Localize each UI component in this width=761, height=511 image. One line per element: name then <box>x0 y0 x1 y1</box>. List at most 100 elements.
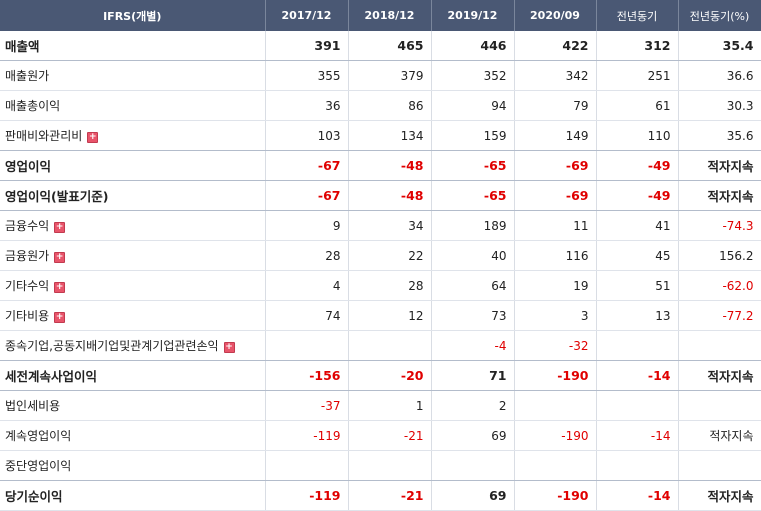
table-row: 영업이익 -67 -48 -65 -69 -49 적자지속 <box>0 150 761 181</box>
value-cell: 391 <box>265 31 349 61</box>
value-cell: 110 <box>596 120 679 151</box>
value-cell: 69 <box>431 420 515 451</box>
table-body: 매출액 391 465 446 422 312 35.4 매출원가 355 379 352 342 25… <box>0 31 761 511</box>
table-row: 당기순이익 -119 -21 69 -190 -14 적자지속 <box>0 480 761 511</box>
value-cell: -190 <box>514 420 597 451</box>
row-label-cell: 매출총이익 <box>0 90 266 121</box>
header-col-prev-period-pct: 전년동기(%) <box>678 0 761 31</box>
value-cell: -65 <box>431 150 515 181</box>
row-label-cell: 매출액 <box>0 31 266 61</box>
value-cell: 9 <box>265 210 349 241</box>
row-label: 매출원가 <box>5 69 50 83</box>
value-cell: 34 <box>348 210 432 241</box>
expand-plus-icon[interactable]: + <box>54 312 66 323</box>
value-cell: 79 <box>514 90 597 121</box>
value-cell: -14 <box>596 420 679 451</box>
table-row: 기타수익 +4 28 64 19 51 -62.0 <box>0 270 761 301</box>
value-cell: -49 <box>596 150 679 181</box>
header-col-2019-12: 2019/12 <box>431 0 515 31</box>
value-cell: -119 <box>265 420 349 451</box>
table-row: 계속영업이익 -119 -21 69 -190 -14 적자지속 <box>0 420 761 451</box>
table-row: 세전계속사업이익 -156 -20 71 -190 -14 적자지속 <box>0 360 761 391</box>
expand-plus-icon[interactable]: + <box>223 342 235 353</box>
header-col-2020-09: 2020/09 <box>514 0 597 31</box>
value-cell: 35.4 <box>678 31 761 61</box>
row-label-cell: 계속영업이익 <box>0 420 266 451</box>
value-cell: 35.6 <box>678 120 761 151</box>
value-cell: 251 <box>596 60 679 91</box>
value-cell: 422 <box>514 31 597 61</box>
value-cell: 3 <box>514 300 597 331</box>
table-row: 종속기업,공동지배기업및관계기업관련손익 + -4 -32 <box>0 330 761 361</box>
row-label-cell: 중단영업이익 <box>0 450 266 481</box>
value-cell: -74.3 <box>678 210 761 241</box>
row-label: 판매비와관리비 <box>5 129 83 143</box>
value-cell <box>596 330 679 361</box>
value-cell <box>678 390 761 421</box>
row-label: 기타비용 <box>5 309 50 323</box>
expand-plus-icon[interactable]: + <box>54 282 66 293</box>
header-label-column: IFRS(개별) <box>0 0 266 31</box>
value-cell: -67 <box>265 180 349 211</box>
row-label: 종속기업,공동지배기업및관계기업관련손익 <box>5 339 219 353</box>
value-cell: 149 <box>514 120 597 151</box>
value-cell: 적자지속 <box>678 360 761 391</box>
table-row: 금융수익 +9 34 189 11 41 -74.3 <box>0 210 761 241</box>
table-row: 매출총이익 36 86 94 79 61 30.3 <box>0 90 761 121</box>
value-cell: 156.2 <box>678 240 761 271</box>
table-row: 금융원가 +28 22 40 116 45 156.2 <box>0 240 761 271</box>
expand-plus-icon[interactable]: + <box>54 222 66 233</box>
value-cell: 적자지속 <box>678 180 761 211</box>
value-cell: 379 <box>348 60 432 91</box>
row-label-cell: 영업이익(발표기준) <box>0 180 266 211</box>
table-header: IFRS(개별) 2017/12 2018/12 2019/12 2020/09… <box>0 0 761 31</box>
value-cell: 40 <box>431 240 515 271</box>
value-cell <box>514 450 597 481</box>
row-label: 계속영업이익 <box>5 429 72 443</box>
row-label: 매출총이익 <box>5 99 61 113</box>
expand-plus-icon[interactable]: + <box>54 252 66 263</box>
value-cell: 189 <box>431 210 515 241</box>
value-cell: 12 <box>348 300 432 331</box>
value-cell: 355 <box>265 60 349 91</box>
row-label: 금융원가 <box>5 249 50 263</box>
value-cell: -156 <box>265 360 349 391</box>
value-cell: -67 <box>265 150 349 181</box>
value-cell: 41 <box>596 210 679 241</box>
value-cell <box>596 450 679 481</box>
value-cell: 159 <box>431 120 515 151</box>
value-cell: -190 <box>514 360 597 391</box>
value-cell: 45 <box>596 240 679 271</box>
value-cell: 446 <box>431 31 515 61</box>
expand-plus-icon[interactable]: + <box>87 132 99 143</box>
row-label-cell: 기타비용 + <box>0 300 266 331</box>
value-cell <box>431 450 515 481</box>
table-row: 매출원가 355 379 352 342 251 36.6 <box>0 60 761 91</box>
value-cell: 19 <box>514 270 597 301</box>
value-cell: 312 <box>596 31 679 61</box>
value-cell: 71 <box>431 360 515 391</box>
row-label: 중단영업이익 <box>5 459 72 473</box>
value-cell: -4 <box>431 330 515 361</box>
row-label-cell: 세전계속사업이익 <box>0 360 266 391</box>
value-cell: 적자지속 <box>678 420 761 451</box>
value-cell: 적자지속 <box>678 480 761 511</box>
value-cell: 94 <box>431 90 515 121</box>
value-cell: 116 <box>514 240 597 271</box>
value-cell: -14 <box>596 480 679 511</box>
value-cell: 103 <box>265 120 349 151</box>
income-statement-table: IFRS(개별) 2017/12 2018/12 2019/12 2020/09… <box>0 0 761 511</box>
row-label-cell: 매출원가 <box>0 60 266 91</box>
value-cell: 465 <box>348 31 432 61</box>
value-cell <box>678 450 761 481</box>
value-cell: 28 <box>265 240 349 271</box>
value-cell <box>265 330 349 361</box>
value-cell: 61 <box>596 90 679 121</box>
value-cell: -49 <box>596 180 679 211</box>
value-cell: 11 <box>514 210 597 241</box>
row-label-cell: 기타수익 + <box>0 270 266 301</box>
value-cell: -20 <box>348 360 432 391</box>
header-col-2017-12: 2017/12 <box>265 0 349 31</box>
value-cell: -69 <box>514 150 597 181</box>
value-cell <box>265 450 349 481</box>
